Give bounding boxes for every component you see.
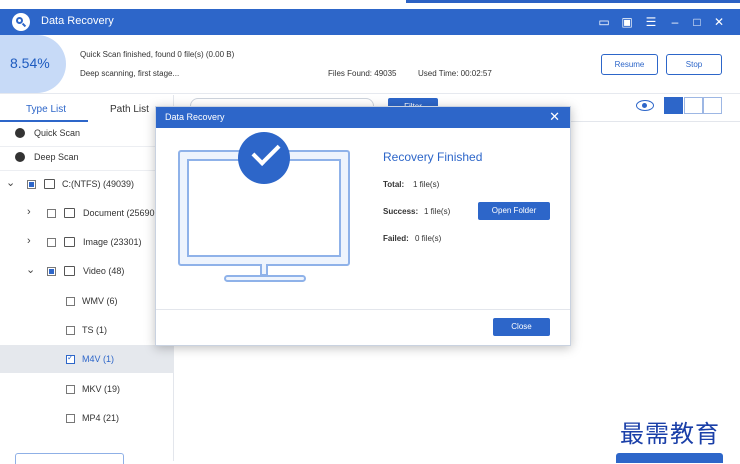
tree-item-wmv[interactable]: WMV (6) [0,287,174,315]
recover-button[interactable] [616,453,723,463]
tree-item-label: Image (23301) [83,237,142,247]
wmv-checkbox[interactable] [66,297,75,306]
tree-item-label: MKV (19) [82,384,121,394]
tree-item-m4v[interactable]: M4V (1) [0,345,174,373]
recovery-heading: Recovery Finished [383,150,483,164]
watermark: 最需教育 [620,420,720,448]
files-found-text: Files Found: 49035 [328,69,397,78]
check-circle-icon [15,128,25,138]
dialog-title: Data Recovery [165,112,225,122]
recovery-dialog: Data Recovery ✕ Recovery Finished Total:… [155,106,571,346]
tree-item-label: Document (25690 [83,208,155,218]
sidebar-item-label: Quick Scan [34,128,81,138]
tab-path-list[interactable]: Path List [110,104,149,115]
tree-item-label: Video (48) [83,266,125,276]
feedback-icon[interactable]: ▭ [596,14,612,30]
tree-item-label: WMV (6) [82,296,118,306]
image-icon [64,237,75,247]
dialog-divider [156,309,570,310]
failed-label: Failed: [383,234,409,243]
preview-eye-icon[interactable] [636,100,654,111]
sidebar-item-quick-scan[interactable]: Quick Scan [0,122,174,147]
minimize-icon[interactable]: – [667,14,683,30]
chevron-right-icon[interactable]: › [27,206,31,218]
scan-stage-text: Deep scanning, first stage... [80,69,180,78]
document-checkbox[interactable] [47,209,56,218]
chevron-right-icon[interactable]: › [27,235,31,247]
monitor-base [224,275,306,282]
chevron-down-icon[interactable]: ⌄ [6,176,15,189]
chevron-down-icon[interactable]: ⌄ [26,263,35,276]
close-button[interactable]: Close [493,318,550,336]
success-value: 1 file(s) [424,207,451,216]
grid-view-icon[interactable] [664,97,683,114]
failed-value: 0 file(s) [415,234,442,243]
mp4-checkbox[interactable] [66,414,75,423]
document-icon [64,208,75,218]
scan-status-text: Quick Scan finished, found 0 file(s) (0.… [80,50,235,59]
close-window-icon[interactable]: ✕ [711,14,727,30]
image-checkbox[interactable] [47,238,56,247]
back-button[interactable] [15,453,124,464]
tree-item-drive[interactable]: ⌄ C:(NTFS) (49039) [0,170,174,198]
total-label: Total: [383,180,405,189]
tree-item-label: M4V (1) [82,354,115,364]
tree-item-mkv[interactable]: MKV (19) [0,375,174,403]
ts-checkbox[interactable] [66,326,75,335]
stop-button[interactable]: Stop [666,54,722,75]
app-logo-icon [12,13,30,31]
dialog-close-icon[interactable]: ✕ [549,109,560,125]
used-time-text: Used Time: 00:02:57 [418,69,492,78]
sidebar-item-label: Deep Scan [34,152,79,162]
tree-item-video[interactable]: ⌄ Video (48) [0,257,174,285]
app-title: Data Recovery [41,15,114,27]
m4v-checkbox[interactable] [66,353,75,364]
save-icon[interactable]: ▣ [619,14,635,30]
sidebar-item-deep-scan[interactable]: Deep Scan [0,146,174,171]
scan-percent: 8.54% [10,55,50,71]
background-window-strip [406,0,740,3]
drive-icon [44,179,55,189]
video-checkbox[interactable] [47,267,56,276]
mkv-checkbox[interactable] [66,385,75,394]
maximize-icon[interactable]: □ [689,14,705,30]
drive-checkbox[interactable] [27,180,36,189]
total-value: 1 file(s) [413,180,440,189]
tree-item-label: C:(NTFS) (49039) [62,179,135,189]
success-label: Success: [383,207,419,216]
resume-button[interactable]: Resume [601,54,658,75]
detail-view-icon[interactable] [703,97,722,114]
title-bar: Data Recovery ▭ ▣ ☰ – □ ✕ [0,9,740,35]
tab-type-list[interactable]: Type List [26,104,66,115]
tree-item-label: TS (1) [82,325,108,335]
success-check-icon [238,132,290,184]
dialog-title-bar: Data Recovery ✕ [156,107,570,128]
list-view-icon[interactable] [684,97,703,114]
tree-item-ts[interactable]: TS (1) [0,316,174,344]
pause-circle-icon [15,152,25,162]
tree-item-mp4[interactable]: MP4 (21) [0,404,174,432]
video-icon [64,266,75,276]
tree-item-image[interactable]: › Image (23301) [0,228,174,256]
tree-item-document[interactable]: › Document (25690 [0,199,174,227]
tree-item-label: MP4 (21) [82,413,120,423]
open-folder-button[interactable]: Open Folder [478,202,550,220]
menu-icon[interactable]: ☰ [643,14,659,30]
